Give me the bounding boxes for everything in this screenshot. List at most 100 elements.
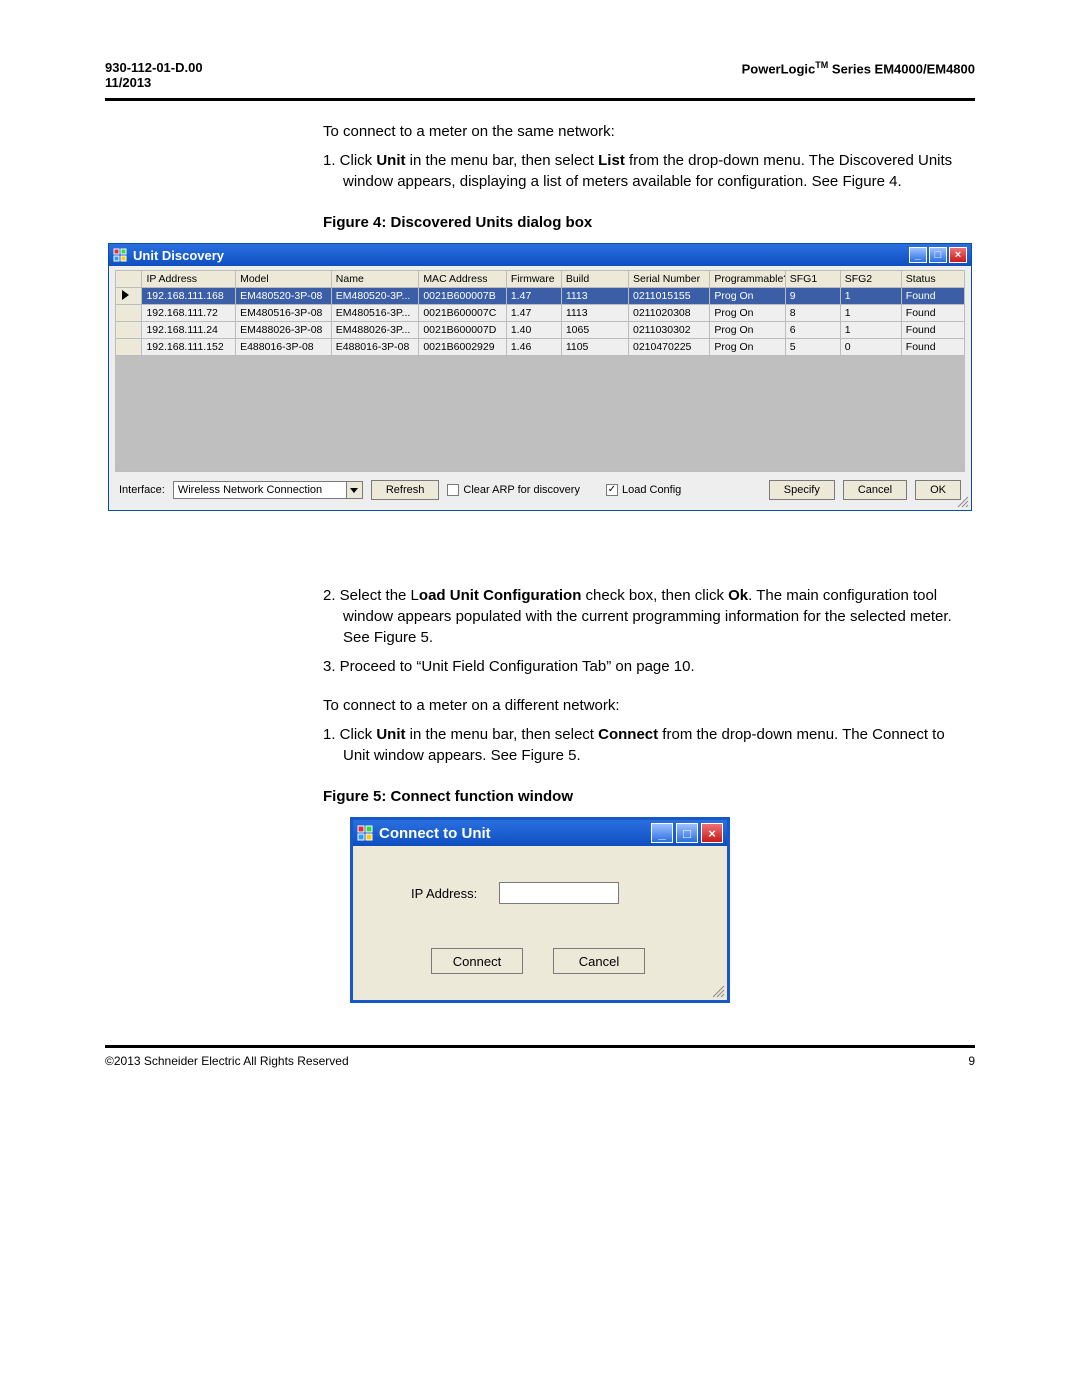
unit-discovery-titlebar[interactable]: Unit Discovery _ □ ×	[109, 244, 971, 266]
cell: EM488026-3P-08	[236, 322, 332, 339]
cell: 0210470225	[628, 339, 709, 356]
cell: Found	[901, 339, 964, 356]
app-icon	[357, 825, 373, 841]
cell: 1113	[561, 305, 628, 322]
step-2: 2. Select the Load Unit Configuration ch…	[323, 585, 975, 648]
cell: 0021B600007D	[419, 322, 507, 339]
footer-rule	[105, 1045, 975, 1048]
app-icon	[113, 248, 127, 262]
cell: Prog On	[710, 339, 785, 356]
doc-date: 11/2013	[105, 75, 203, 90]
cell: 0211015155	[628, 288, 709, 305]
chevron-down-icon[interactable]	[346, 482, 362, 498]
cell: 192.168.111.24	[142, 322, 236, 339]
cell: 0	[840, 339, 901, 356]
cancel-button[interactable]: Cancel	[843, 480, 907, 500]
clear-arp-checkbox[interactable]: Clear ARP for discovery	[447, 484, 580, 496]
cell: Found	[901, 322, 964, 339]
cell: Found	[901, 288, 964, 305]
cell: 0021B600007B	[419, 288, 507, 305]
row-pointer	[116, 305, 142, 322]
resize-grip-icon[interactable]	[955, 494, 969, 508]
discovered-units-table[interactable]: IP Address Model Name MAC Address Firmwa…	[115, 270, 965, 356]
cell: 1.47	[506, 288, 561, 305]
figure-5-caption: Figure 5: Connect function window	[323, 788, 975, 805]
cell: 0211020308	[628, 305, 709, 322]
cell: 1065	[561, 322, 628, 339]
col-firmware[interactable]: Firmware	[506, 271, 561, 288]
minimize-icon[interactable]: _	[909, 247, 927, 263]
page-number: 9	[968, 1054, 975, 1068]
cell: Prog On	[710, 305, 785, 322]
doc-number: 930-112-01-D.00	[105, 60, 203, 75]
connect-to-unit-window: Connect to Unit _ □ × IP Address: Connec…	[350, 817, 730, 1003]
header-rule	[105, 98, 975, 101]
unit-discovery-window: Unit Discovery _ □ × IP Address Mode	[108, 243, 972, 511]
row-pointer	[116, 339, 142, 356]
cell: 1105	[561, 339, 628, 356]
cell: E488016-3P-08	[236, 339, 332, 356]
unit-discovery-title: Unit Discovery	[133, 248, 909, 263]
minimize-icon[interactable]: _	[651, 823, 673, 843]
table-row[interactable]: 192.168.111.72EM480516-3P-08EM480516-3P.…	[116, 305, 965, 322]
col-ip[interactable]: IP Address	[142, 271, 236, 288]
cell: EM480516-3P-08	[236, 305, 332, 322]
figure-4-caption: Figure 4: Discovered Units dialog box	[323, 214, 975, 231]
specify-button[interactable]: Specify	[769, 480, 835, 500]
table-row[interactable]: 192.168.111.24EM488026-3P-08EM488026-3P.…	[116, 322, 965, 339]
ip-address-label: IP Address:	[411, 886, 477, 901]
connect-button[interactable]: Connect	[431, 948, 523, 974]
cell: 192.168.111.72	[142, 305, 236, 322]
cell: 1113	[561, 288, 628, 305]
col-sfg2[interactable]: SFG2	[840, 271, 901, 288]
maximize-icon[interactable]: □	[929, 247, 947, 263]
cell: Prog On	[710, 322, 785, 339]
cell: 8	[785, 305, 840, 322]
row-pointer	[116, 322, 142, 339]
cancel-button[interactable]: Cancel	[553, 948, 645, 974]
table-row[interactable]: 192.168.111.168EM480520-3P-08EM480520-3P…	[116, 288, 965, 305]
row-header-blank	[116, 271, 142, 288]
intro-diff-network: To connect to a meter on a different net…	[323, 695, 975, 716]
cell: 5	[785, 339, 840, 356]
ip-address-field[interactable]	[499, 882, 619, 904]
col-model[interactable]: Model	[236, 271, 332, 288]
cell: 192.168.111.152	[142, 339, 236, 356]
cell: 1.47	[506, 305, 561, 322]
close-icon[interactable]: ×	[701, 823, 723, 843]
intro-same-network: To connect to a meter on the same networ…	[323, 121, 975, 142]
row-pointer	[116, 288, 142, 305]
connect-title: Connect to Unit	[379, 825, 651, 842]
refresh-button[interactable]: Refresh	[371, 480, 440, 500]
cell: 0211030302	[628, 322, 709, 339]
cell: EM480520-3P...	[331, 288, 419, 305]
load-config-checkbox[interactable]: ✓ Load Config	[606, 484, 681, 496]
cell: Prog On	[710, 288, 785, 305]
col-name[interactable]: Name	[331, 271, 419, 288]
cell: EM480520-3P-08	[236, 288, 332, 305]
step-1-diff-network: 1. Click Unit in the menu bar, then sele…	[323, 724, 975, 766]
resize-grip-icon[interactable]	[709, 982, 725, 998]
close-icon[interactable]: ×	[949, 247, 967, 263]
cell: Found	[901, 305, 964, 322]
cell: EM480516-3P...	[331, 305, 419, 322]
col-serial[interactable]: Serial Number	[628, 271, 709, 288]
maximize-icon[interactable]: □	[676, 823, 698, 843]
cell: 0021B600007C	[419, 305, 507, 322]
interface-dropdown[interactable]: Wireless Network Connection	[173, 481, 363, 499]
load-config-label: Load Config	[622, 484, 681, 496]
step-3: 3. Proceed to “Unit Field Configuration …	[323, 656, 975, 677]
col-status[interactable]: Status	[901, 271, 964, 288]
product-title: PowerLogicTM Series EM4000/EM4800	[742, 60, 975, 90]
cell: 192.168.111.168	[142, 288, 236, 305]
cell: 1.46	[506, 339, 561, 356]
col-programmable[interactable]: Programmable?	[710, 271, 785, 288]
col-build[interactable]: Build	[561, 271, 628, 288]
col-sfg1[interactable]: SFG1	[785, 271, 840, 288]
connect-titlebar[interactable]: Connect to Unit _ □ ×	[353, 820, 727, 846]
cell: 1	[840, 322, 901, 339]
table-row[interactable]: 192.168.111.152E488016-3P-08E488016-3P-0…	[116, 339, 965, 356]
cell: 6	[785, 322, 840, 339]
col-mac[interactable]: MAC Address	[419, 271, 507, 288]
clear-arp-label: Clear ARP for discovery	[463, 484, 580, 496]
